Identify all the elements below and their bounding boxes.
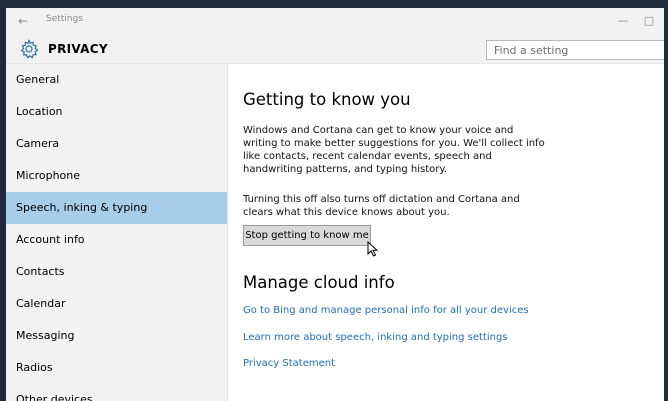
sidebar-item-messaging[interactable]: Messaging xyxy=(6,320,227,352)
sidebar-item-microphone[interactable]: Microphone xyxy=(6,160,227,192)
sidebar-item-general[interactable]: General xyxy=(6,64,227,96)
sidebar-item-speech-inking-typing[interactable]: Speech, inking & typing xyxy=(6,192,227,224)
cloud-info-heading: Manage cloud info xyxy=(243,273,395,292)
sidebar-item-other-devices[interactable]: Other devices xyxy=(6,384,227,401)
bing-personal-info-link[interactable]: Go to Bing and manage personal info for … xyxy=(243,305,529,316)
learn-more-link[interactable]: Learn more about speech, inking and typi… xyxy=(243,332,508,343)
settings-window: ← Settings — □ PRIVACY Find a setting Ge… xyxy=(6,8,664,401)
main-content: Getting to know you Windows and Cortana … xyxy=(243,64,663,401)
search-input[interactable]: Find a setting xyxy=(486,40,664,60)
sidebar-item-radios[interactable]: Radios xyxy=(6,352,227,384)
sidebar-item-location[interactable]: Location xyxy=(6,96,227,128)
sidebar-item-contacts[interactable]: Contacts xyxy=(6,256,227,288)
sidebar-item-camera[interactable]: Camera xyxy=(6,128,227,160)
window-frame-right xyxy=(664,0,668,401)
minimize-button[interactable]: — xyxy=(612,12,634,30)
privacy-statement-link[interactable]: Privacy Statement xyxy=(243,358,335,369)
page-title: PRIVACY xyxy=(48,42,108,56)
page-header: PRIVACY Find a setting xyxy=(6,34,664,64)
description-text: Windows and Cortana can get to know your… xyxy=(243,125,545,175)
back-arrow-icon[interactable]: ← xyxy=(18,13,38,29)
sidebar-item-calendar[interactable]: Calendar xyxy=(6,288,227,320)
gear-icon xyxy=(19,38,39,59)
mouse-cursor-icon xyxy=(367,240,379,257)
section-heading: Getting to know you xyxy=(243,90,411,109)
window-frame-top xyxy=(0,0,668,8)
sidebar: General Location Camera Microphone Speec… xyxy=(6,64,228,401)
stop-getting-to-know-me-button[interactable]: Stop getting to know me xyxy=(243,225,371,246)
sidebar-item-account-info[interactable]: Account info xyxy=(6,224,227,256)
title-bar: ← Settings — □ xyxy=(6,8,664,34)
window-title: Settings xyxy=(46,14,83,24)
warning-text: Turning this off also turns off dictatio… xyxy=(243,194,520,218)
maximize-button[interactable]: □ xyxy=(638,12,660,30)
